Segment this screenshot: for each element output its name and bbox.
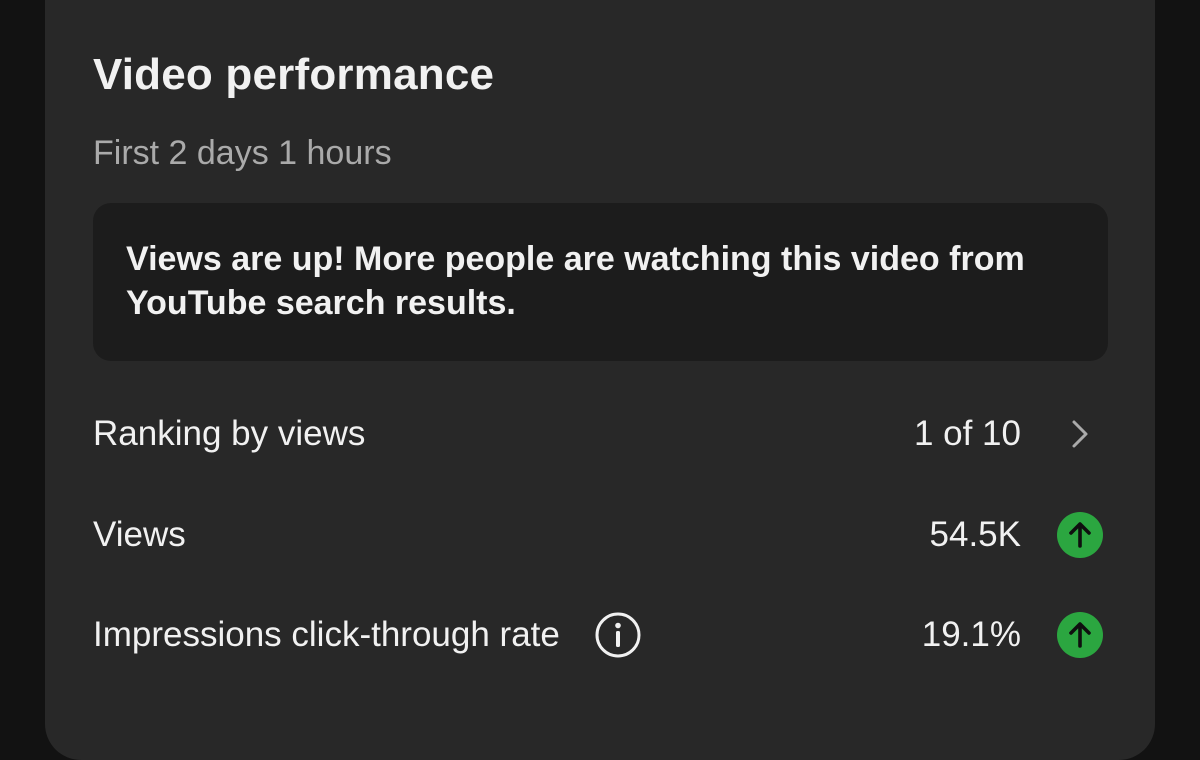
ranking-value: 1 of 10: [913, 414, 1021, 453]
chevron-right-icon[interactable]: [1057, 411, 1103, 457]
info-icon[interactable]: [594, 611, 642, 659]
ranking-label: Ranking by views: [93, 414, 366, 453]
insight-box: Views are up! More people are watching t…: [93, 203, 1108, 361]
trend-up-icon: [1057, 612, 1103, 658]
card-subtitle: First 2 days 1 hours: [93, 134, 392, 172]
ranking-row[interactable]: Ranking by views 1 of 10: [93, 404, 1108, 464]
views-row: Views 54.5K: [93, 505, 1108, 565]
views-value: 54.5K: [929, 515, 1021, 554]
trend-up-icon: [1057, 512, 1103, 558]
insight-text: Views are up! More people are watching t…: [126, 240, 1025, 322]
card-title: Video performance: [93, 50, 495, 99]
views-label: Views: [93, 515, 186, 554]
ctr-label: Impressions click-through rate: [93, 615, 560, 654]
ctr-row: Impressions click-through rate 19.1%: [93, 605, 1108, 665]
ctr-value: 19.1%: [921, 615, 1021, 654]
